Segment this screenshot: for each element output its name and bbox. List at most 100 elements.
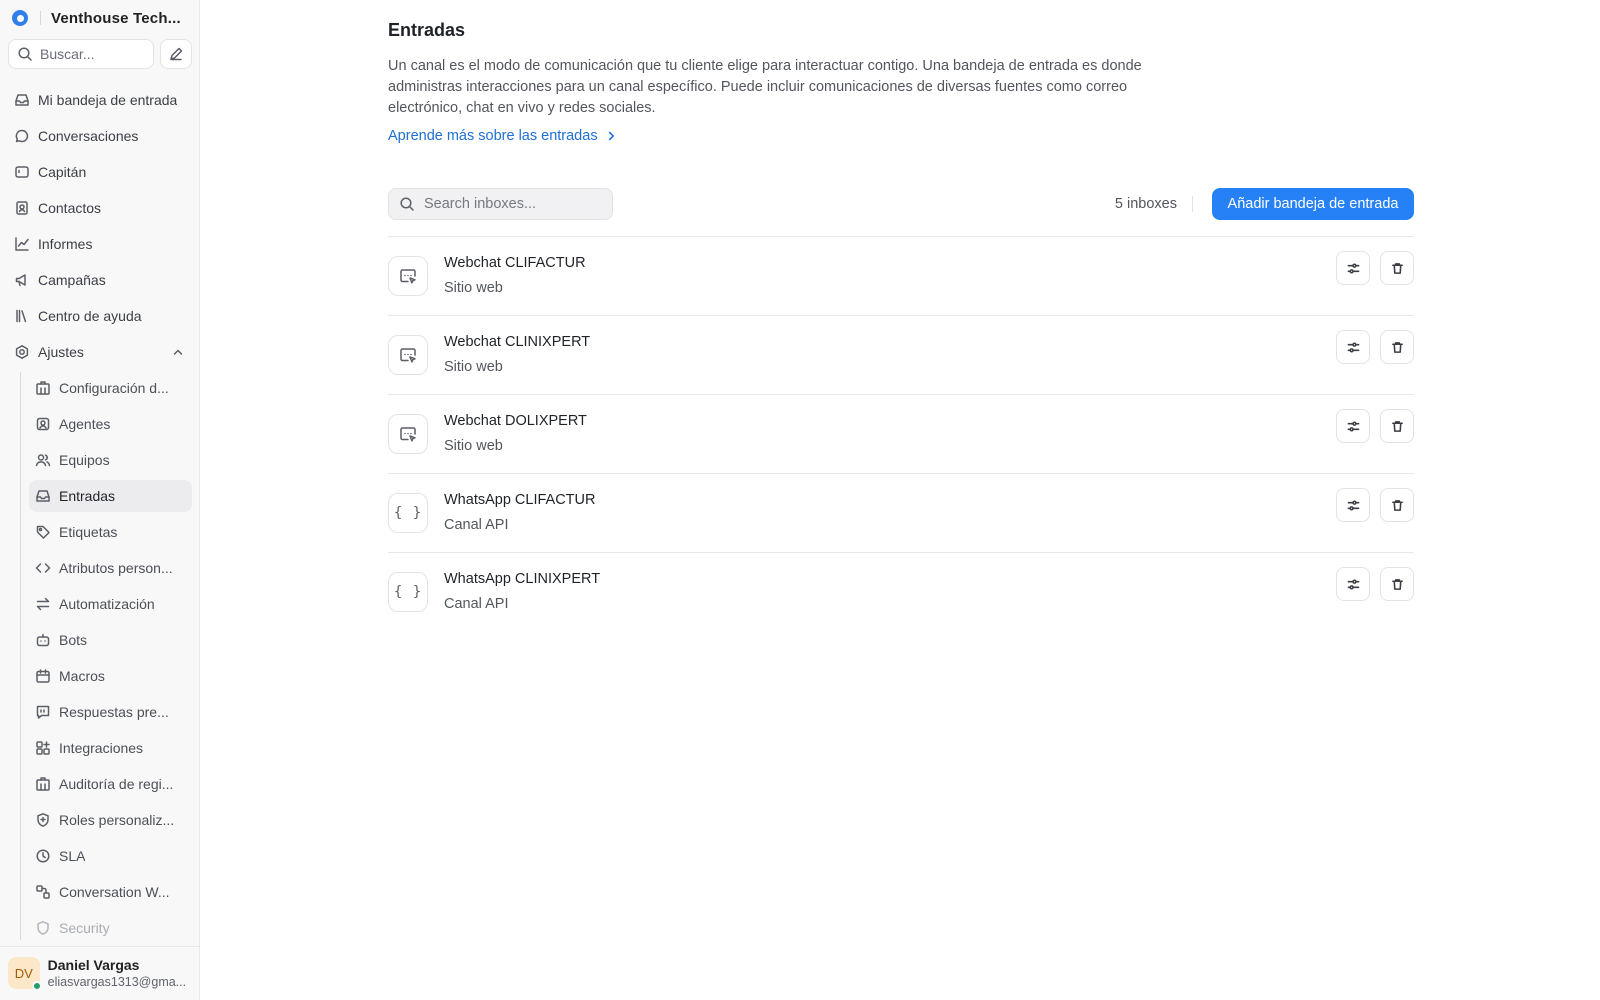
- list-item[interactable]: Webchat CLINIXPERT Sitio web: [388, 316, 1414, 395]
- avatar: DV: [8, 957, 42, 991]
- settings-button[interactable]: [1336, 567, 1370, 601]
- divider: [40, 11, 41, 25]
- agent-icon: [35, 416, 51, 432]
- sidebar-item-sla[interactable]: SLA: [29, 840, 192, 872]
- add-inbox-button[interactable]: Añadir bandeja de entrada: [1212, 188, 1414, 220]
- apps-icon: [35, 740, 51, 756]
- sidebar-item-agentes[interactable]: Agentes: [29, 408, 192, 440]
- trash-icon: [1391, 341, 1403, 353]
- sidebar-item-configuracion[interactable]: Configuración d...: [29, 372, 192, 404]
- user-info: Daniel Vargas eliasvargas1313@gma...: [48, 957, 191, 1000]
- website-icon: [388, 335, 428, 375]
- inbox-type: Sitio web: [444, 438, 503, 454]
- bot-icon: [35, 632, 51, 648]
- delete-button[interactable]: [1380, 330, 1414, 364]
- sidebar-item-security[interactable]: Security: [29, 912, 192, 940]
- sidebar-item-ajustes[interactable]: Ajustes: [8, 336, 192, 368]
- sidebar-item-automatizacion[interactable]: Automatización: [29, 588, 192, 620]
- inbox-type: Canal API: [444, 517, 509, 533]
- delete-button[interactable]: [1380, 251, 1414, 285]
- delete-button[interactable]: [1380, 488, 1414, 522]
- learn-more-link[interactable]: Aprende más sobre las entradas: [388, 128, 618, 144]
- sidebar-nav: Mi bandeja de entrada Conversaciones Cap…: [8, 84, 192, 940]
- settings-button[interactable]: [1336, 251, 1370, 285]
- sidebar-item-label: Atributos person...: [59, 560, 173, 576]
- page-title: Entradas: [388, 20, 466, 40]
- inbox-search-input[interactable]: [424, 196, 604, 212]
- sidebar-search-row: Buscar...: [8, 39, 192, 69]
- braces-icon: { }: [388, 493, 428, 533]
- settings-submenu: Configuración d... Agentes Equipos Entra…: [20, 372, 192, 940]
- row-actions: [1336, 488, 1414, 522]
- website-icon: [388, 414, 428, 454]
- list-item[interactable]: { } WhatsApp CLIFACTUR Canal API: [388, 474, 1414, 553]
- sidebar-item-label: Auditoría de regi...: [59, 776, 174, 792]
- list-item[interactable]: { } WhatsApp CLINIXPERT Canal API: [388, 553, 1414, 632]
- sidebar-item-centro-ayuda[interactable]: Centro de ayuda: [8, 300, 192, 332]
- sidebar-item-label: Etiquetas: [59, 524, 118, 540]
- tag-icon: [35, 524, 51, 540]
- inbox-toolbar: 5 inboxes Añadir bandeja de entrada: [388, 188, 1414, 220]
- row-actions: [1336, 567, 1414, 601]
- trash-icon: [1391, 420, 1403, 432]
- sidebar-item-label: Automatización: [59, 596, 155, 612]
- trash-icon: [1391, 499, 1403, 511]
- sidebar-item-informes[interactable]: Informes: [8, 228, 192, 260]
- inbox-count: 5 inboxes: [1114, 196, 1177, 212]
- sidebar-item-label: Campañas: [38, 272, 106, 288]
- user-name: Daniel Vargas: [47, 957, 140, 973]
- search-icon: [17, 46, 33, 62]
- sidebar-item-conversation-workflow[interactable]: Conversation W...: [29, 876, 192, 908]
- building-icon: [35, 776, 51, 792]
- sidebar-item-entradas[interactable]: Entradas: [29, 480, 192, 512]
- list-item[interactable]: Webchat CLIFACTUR Sitio web: [388, 237, 1414, 316]
- sidebar-item-label: Conversaciones: [38, 128, 139, 144]
- sidebar-search-input[interactable]: Buscar...: [8, 39, 154, 69]
- compose-button[interactable]: [160, 39, 192, 69]
- clock-icon: [35, 848, 51, 864]
- sidebar-item-label: Contactos: [38, 200, 102, 216]
- trash-icon: [1391, 262, 1403, 274]
- list-item[interactable]: Webchat DOLIXPERT Sitio web: [388, 395, 1414, 474]
- delete-button[interactable]: [1380, 567, 1414, 601]
- sidebar-item-label: Ajustes: [38, 344, 84, 360]
- sidebar-item-atributos[interactable]: Atributos person...: [29, 552, 192, 584]
- sidebar-item-label: Respuestas pre...: [59, 704, 169, 720]
- website-icon: [388, 256, 428, 296]
- quote-icon: [35, 704, 51, 720]
- sliders-icon: [1347, 500, 1359, 510]
- sidebar-item-respuestas[interactable]: Respuestas pre...: [29, 696, 192, 728]
- inbox-type: Sitio web: [444, 280, 503, 296]
- sidebar-item-etiquetas[interactable]: Etiquetas: [29, 516, 192, 548]
- swap-icon: [35, 596, 51, 612]
- user-menu[interactable]: DV Daniel Vargas eliasvargas1313@gma...: [0, 946, 199, 1000]
- pencil-icon: [168, 46, 184, 62]
- sidebar-item-capitan[interactable]: Capitán: [8, 156, 192, 188]
- settings-button[interactable]: [1336, 409, 1370, 443]
- sidebar-item-conversaciones[interactable]: Conversaciones: [8, 120, 192, 152]
- delete-button[interactable]: [1380, 409, 1414, 443]
- sidebar-item-contactos[interactable]: Contactos: [8, 192, 192, 224]
- account-switcher[interactable]: Venthouse Tech...: [12, 6, 192, 30]
- sidebar-item-auditoria[interactable]: Auditoría de regi...: [29, 768, 192, 800]
- sidebar-item-mi-bandeja[interactable]: Mi bandeja de entrada: [8, 84, 192, 116]
- sidebar-item-label: Security: [59, 920, 110, 936]
- sidebar-item-label: Capitán: [38, 164, 87, 180]
- inbox-name: Webchat DOLIXPERT: [444, 413, 587, 429]
- sidebar-item-bots[interactable]: Bots: [29, 624, 192, 656]
- sidebar-item-label: Entradas: [59, 488, 116, 504]
- divider: [1192, 196, 1193, 212]
- trash-icon: [1391, 578, 1403, 590]
- sidebar-item-campanas[interactable]: Campañas: [8, 264, 192, 296]
- inbox-icon: [35, 488, 51, 504]
- sidebar-item-macros[interactable]: Macros: [29, 660, 192, 692]
- settings-button[interactable]: [1336, 488, 1370, 522]
- settings-button[interactable]: [1336, 330, 1370, 364]
- sliders-icon: [1347, 263, 1359, 273]
- sidebar-item-equipos[interactable]: Equipos: [29, 444, 192, 476]
- contacts-icon: [14, 200, 30, 216]
- row-actions: [1336, 330, 1414, 364]
- sidebar-item-integraciones[interactable]: Integraciones: [29, 732, 192, 764]
- sidebar-item-roles[interactable]: Roles personaliz...: [29, 804, 192, 836]
- team-icon: [35, 452, 51, 468]
